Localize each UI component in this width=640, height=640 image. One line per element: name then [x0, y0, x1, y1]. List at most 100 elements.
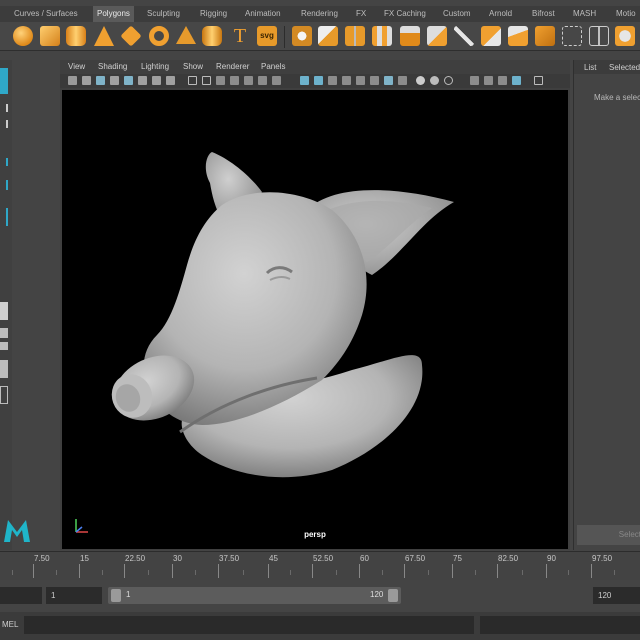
- plane-icon[interactable]: [120, 25, 142, 47]
- command-input[interactable]: [24, 616, 474, 634]
- bridge-icon[interactable]: [372, 26, 392, 46]
- menu-shading[interactable]: Shading: [98, 62, 127, 71]
- grease-pencil-icon[interactable]: [138, 76, 147, 85]
- rotate-tool-icon[interactable]: [0, 180, 8, 190]
- separate-icon[interactable]: [318, 26, 338, 46]
- tab-mash[interactable]: MASH: [573, 6, 596, 22]
- tab-fx[interactable]: FX: [356, 6, 366, 22]
- menu-show[interactable]: Show: [183, 62, 203, 71]
- menu-view[interactable]: View: [68, 62, 85, 71]
- bookmarks-icon[interactable]: [96, 76, 105, 85]
- cube-icon[interactable]: [40, 26, 60, 46]
- cylinder-icon[interactable]: [66, 26, 86, 46]
- torus-icon[interactable]: [149, 26, 169, 46]
- uv-unfold-icon[interactable]: [535, 26, 555, 46]
- exposure-icon[interactable]: [398, 76, 407, 85]
- range-end-handle[interactable]: [388, 589, 398, 602]
- range-slider-track[interactable]: 1 120: [108, 587, 401, 604]
- menu-renderer[interactable]: Renderer: [216, 62, 249, 71]
- depth-of-field-icon[interactable]: [384, 76, 393, 85]
- film-gate-icon[interactable]: [152, 76, 161, 85]
- tab-rendering[interactable]: Rendering: [301, 6, 338, 22]
- wireframe-icon[interactable]: [202, 76, 211, 85]
- svg-icon[interactable]: svg: [257, 26, 277, 46]
- field-chart-icon[interactable]: [498, 76, 507, 85]
- tab-custom[interactable]: Custom: [443, 6, 471, 22]
- tab-sculpting[interactable]: Sculpting: [147, 6, 180, 22]
- lasso-tool-icon[interactable]: [0, 104, 8, 112]
- tab-polygons[interactable]: Polygons: [93, 6, 134, 22]
- xray-icon[interactable]: [314, 76, 323, 85]
- use-all-lights-icon[interactable]: [258, 76, 267, 85]
- mel-label[interactable]: MEL: [2, 620, 18, 629]
- outliner-layout-icon[interactable]: [0, 386, 8, 404]
- gamma-icon[interactable]: [416, 76, 425, 85]
- select-tool-icon[interactable]: [0, 68, 8, 94]
- grid-icon[interactable]: [188, 76, 197, 85]
- move-tool-icon[interactable]: [0, 158, 8, 166]
- scale-tool-icon[interactable]: [0, 208, 8, 226]
- pig-head-model[interactable]: [62, 90, 568, 549]
- ambient-occlusion-icon[interactable]: [342, 76, 351, 85]
- wireframe-on-shaded-icon[interactable]: [230, 76, 239, 85]
- smooth-shade-icon[interactable]: [216, 76, 225, 85]
- tab-list[interactable]: List: [584, 63, 596, 72]
- perspective-viewport[interactable]: persp: [62, 90, 568, 549]
- sphere-icon[interactable]: [13, 26, 33, 46]
- time-slider[interactable]: 7.50 15 22.50 30 37.50 45 52.50 60 67.50…: [0, 551, 640, 580]
- select-button[interactable]: Select: [577, 525, 640, 545]
- motion-blur-icon[interactable]: [356, 76, 365, 85]
- mirror-icon[interactable]: [345, 26, 365, 46]
- extrude-icon[interactable]: [400, 26, 420, 46]
- select-camera-icon[interactable]: [68, 76, 77, 85]
- uv-editor-icon[interactable]: [589, 26, 609, 46]
- pyramid-icon[interactable]: [176, 26, 196, 44]
- camera-attributes-icon[interactable]: [82, 76, 91, 85]
- smooth-icon[interactable]: [615, 26, 635, 46]
- bevel-icon[interactable]: [427, 26, 447, 46]
- type-text-icon[interactable]: T: [230, 26, 250, 46]
- safe-area-icon[interactable]: [484, 76, 493, 85]
- tab-animation[interactable]: Animation: [245, 6, 281, 22]
- paint-select-icon[interactable]: [0, 120, 8, 128]
- tab-rigging[interactable]: Rigging: [200, 6, 227, 22]
- four-view-layout-icon[interactable]: [0, 328, 8, 338]
- multicut-icon[interactable]: [481, 26, 501, 46]
- two-d-pan-zoom-icon[interactable]: [124, 76, 133, 85]
- tab-curves-surfaces[interactable]: Curves / Surfaces: [14, 6, 78, 22]
- image-plane-icon[interactable]: [110, 76, 119, 85]
- shadows-icon[interactable]: [272, 76, 281, 85]
- isolate-select-icon[interactable]: [300, 76, 309, 85]
- playback-end-field[interactable]: 120: [593, 587, 640, 604]
- target-weld-icon[interactable]: [508, 26, 528, 46]
- cube-bounds-icon[interactable]: [562, 26, 582, 46]
- anti-aliasing-icon[interactable]: [370, 76, 379, 85]
- pipe-icon[interactable]: [202, 26, 222, 46]
- tick-label: 22.50: [125, 554, 146, 563]
- single-perspective-layout-icon[interactable]: [0, 302, 8, 320]
- resolution-gate-icon[interactable]: [166, 76, 175, 85]
- hud-icon[interactable]: [470, 76, 479, 85]
- view-transform-icon[interactable]: [444, 76, 453, 85]
- panel-layout-icon[interactable]: [534, 76, 543, 85]
- cone-icon[interactable]: [94, 26, 114, 46]
- persp-graph-layout-icon[interactable]: [0, 360, 8, 378]
- knife-icon[interactable]: [454, 26, 474, 46]
- tab-selected[interactable]: Selected: [609, 63, 640, 72]
- textured-icon[interactable]: [244, 76, 253, 85]
- color-management-icon[interactable]: [430, 76, 439, 85]
- range-start-handle[interactable]: [111, 589, 121, 602]
- combine-icon[interactable]: [292, 26, 312, 46]
- tab-bifrost[interactable]: Bifrost: [532, 6, 555, 22]
- animation-start-field[interactable]: [0, 587, 42, 604]
- menu-panels[interactable]: Panels: [261, 62, 285, 71]
- tab-arnold[interactable]: Arnold: [489, 6, 512, 22]
- xray-joints-icon[interactable]: [328, 76, 337, 85]
- persp-outliner-layout-icon[interactable]: [0, 342, 8, 350]
- tab-fx-caching[interactable]: FX Caching: [384, 6, 426, 22]
- tab-motion[interactable]: Motio: [616, 6, 636, 22]
- playblast-icon[interactable]: [512, 76, 521, 85]
- playback-start-field[interactable]: 1: [46, 587, 102, 604]
- menu-lighting[interactable]: Lighting: [141, 62, 169, 71]
- major-tick: [452, 564, 453, 578]
